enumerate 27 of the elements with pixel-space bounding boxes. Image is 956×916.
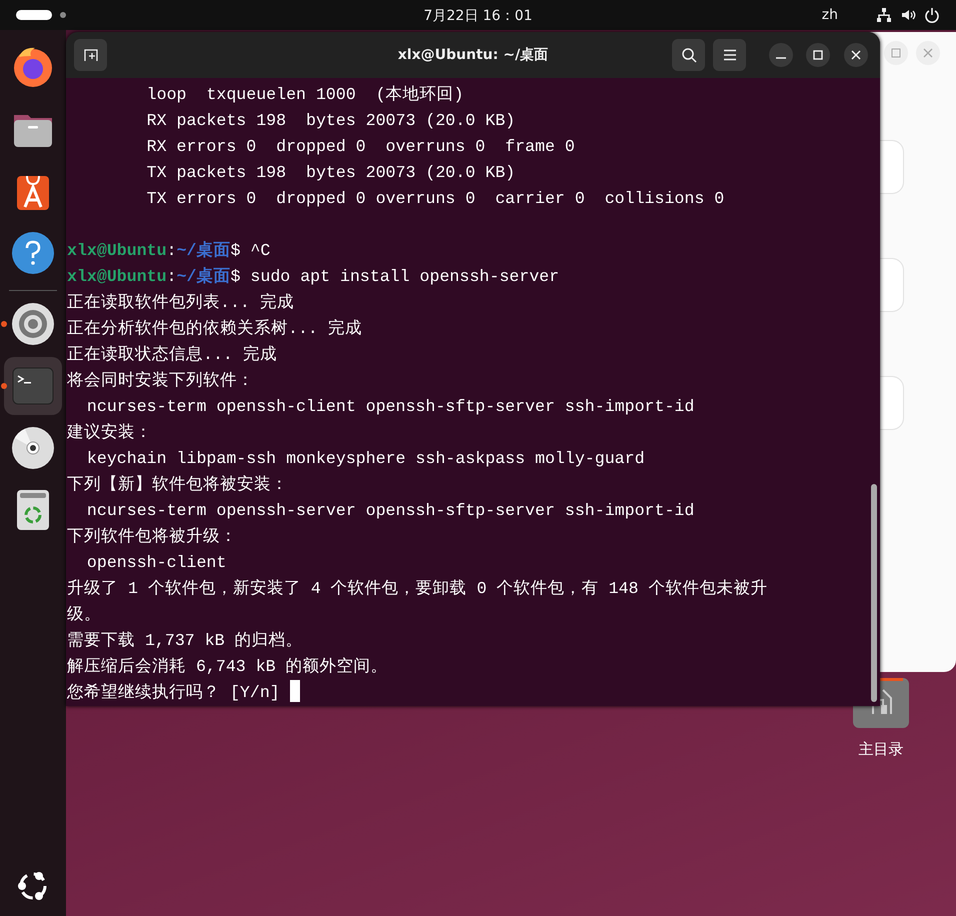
output-line: openssh-client bbox=[86, 552, 228, 574]
output-line: 解压缩后会消耗 6,743 kB 的额外空间。 bbox=[67, 656, 389, 678]
output-line: 正在读取状态信息... 完成 bbox=[67, 344, 278, 366]
output-line: RX errors 0 dropped 0 overruns 0 frame 0 bbox=[146, 136, 576, 158]
prompt-line: xlx@Ubuntu:~/桌面$ sudo apt install openssh-server bbox=[67, 266, 560, 288]
output-line: ncurses-term openssh-client openssh-sftp-server ssh-import-id bbox=[86, 396, 696, 418]
date-time[interactable]: 7月22日 16：01 bbox=[424, 8, 532, 24]
output-line: TX packets 198 bytes 20073 (20.0 KB) bbox=[146, 162, 516, 184]
output-line: ncurses-term openssh-server openssh-sftp-server ssh-import-id bbox=[86, 500, 696, 522]
output-line: keychain libpam-ssh monkeysphere ssh-askpass molly-guard bbox=[86, 448, 646, 470]
output-line: 下列软件包将被升级： bbox=[67, 526, 238, 548]
window-title: xlx@Ubuntu: ~/桌面 bbox=[398, 47, 548, 63]
output-line: 将会同时安装下列软件： bbox=[67, 370, 255, 392]
output-line: 下列【新】软件包将被安装： bbox=[67, 474, 289, 496]
input-prompt: 您希望继续执行吗？ [Y/n] bbox=[67, 683, 281, 702]
input-method-indicator[interactable]: zh bbox=[822, 4, 838, 26]
output-line: 需要下载 1,737 kB 的归档。 bbox=[67, 630, 304, 652]
prompt-line: xlx@Ubuntu:~/桌面$ ^C bbox=[67, 240, 272, 262]
output-line: TX errors 0 dropped 0 overruns 0 carrier 0 collisions 0 bbox=[146, 188, 726, 210]
desktop-icon-label[interactable]: 主目录 bbox=[858, 738, 904, 760]
output-line: 正在分析软件包的依赖关系树... 完成 bbox=[67, 318, 363, 340]
output-line: loop txqueuelen 1000 (本地环回) bbox=[146, 84, 465, 106]
output-line: 正在读取软件包列表... 完成 bbox=[67, 292, 295, 314]
output-line: 建议安装： bbox=[67, 422, 153, 444]
output-line: 升级了 1 个软件包，新安装了 4 个软件包，要卸载 0 个软件包，有 148 个软件包未被升 bbox=[67, 578, 768, 600]
output-line: 级。 bbox=[67, 604, 102, 626]
output-line: RX packets 198 bytes 20073 (20.0 KB) bbox=[146, 110, 516, 132]
